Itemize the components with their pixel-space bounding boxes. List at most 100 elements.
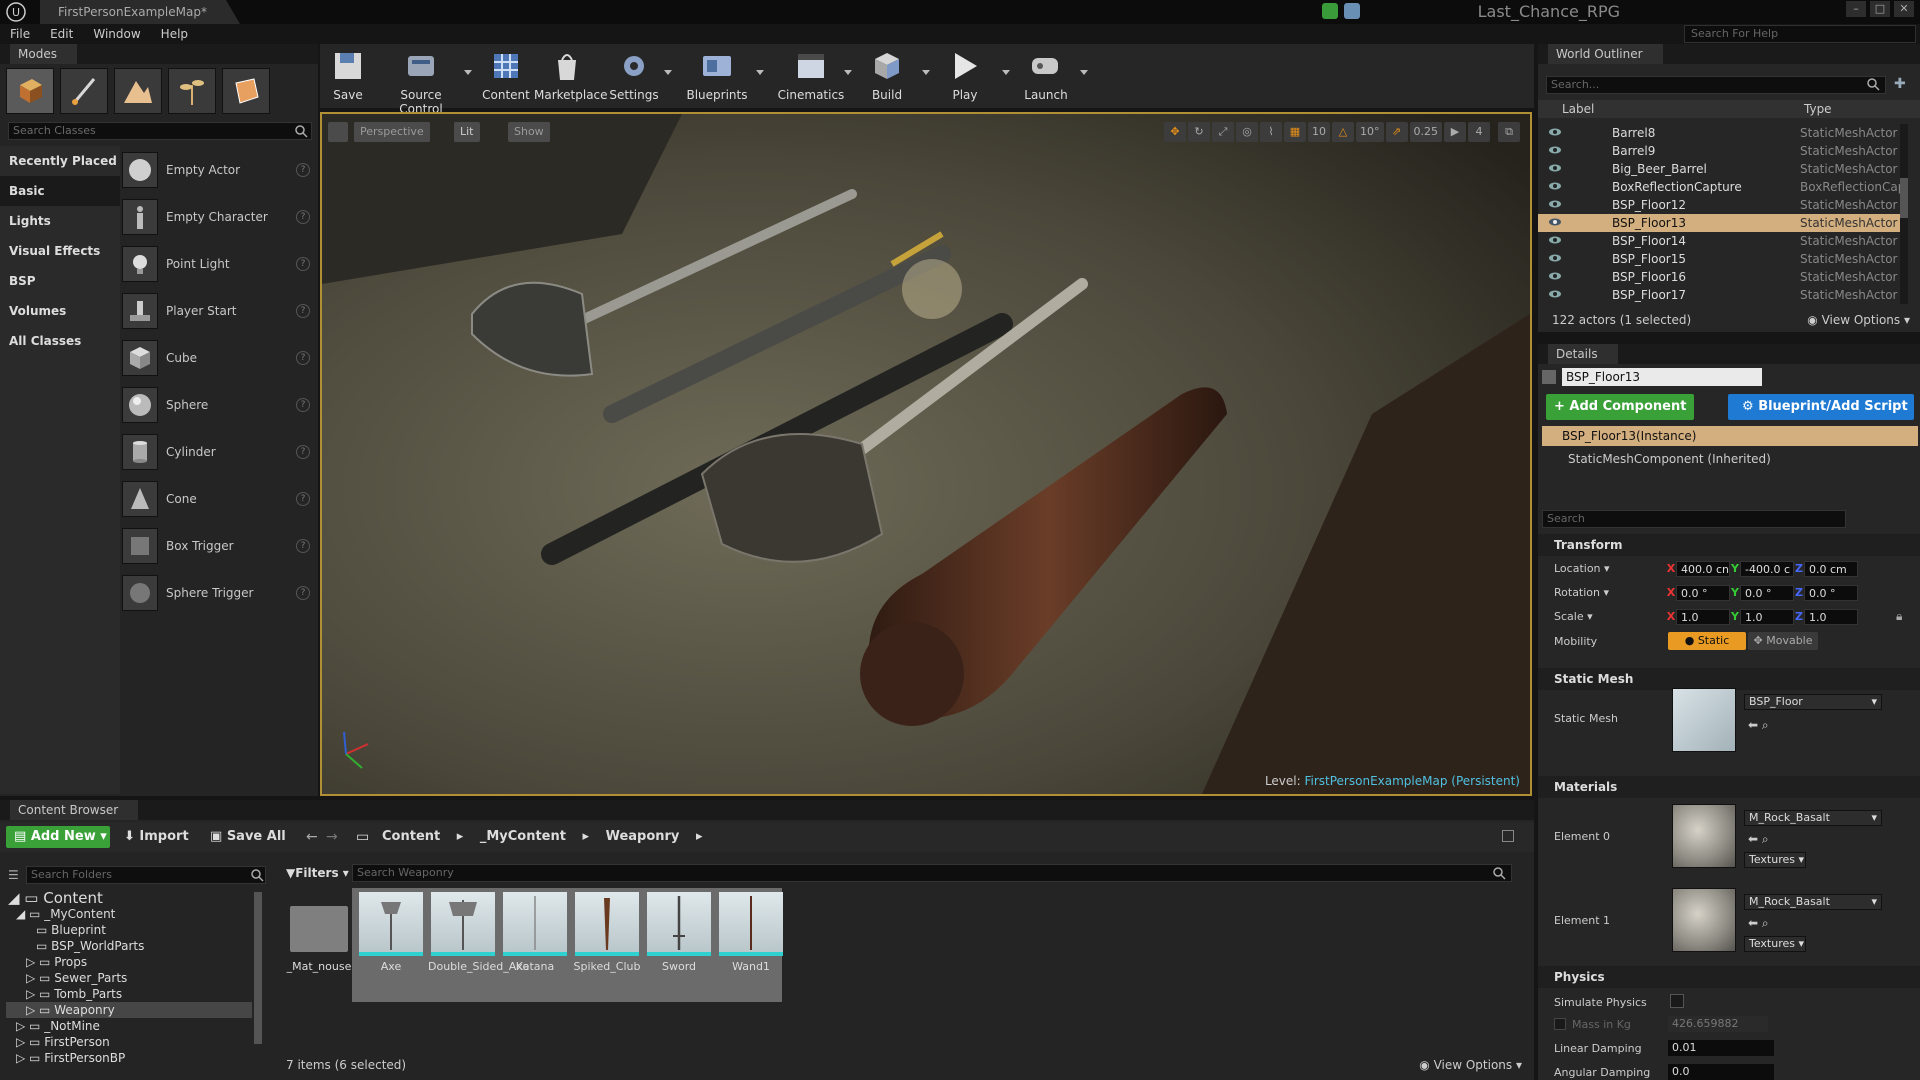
scale-label[interactable]: Scale ▾ [1554,610,1593,623]
menu-help[interactable]: Help [151,24,198,44]
history-forward-icon[interactable]: → [326,826,338,848]
details-search-input[interactable]: Search [1542,510,1846,528]
static-mesh-dropdown[interactable]: BSP_Floor ▾ [1744,694,1882,710]
sources-toggle-icon[interactable]: ☰ [8,868,22,882]
rotation-snap-icon[interactable]: △ [1332,122,1354,142]
mobility-static-button[interactable]: ● Static [1668,632,1746,650]
location-z[interactable]: 0.0 cm [1804,561,1858,577]
modes-tab[interactable]: Modes [10,44,77,64]
tree-folder[interactable]: ▭ Blueprint [36,922,106,938]
camera-speed-value[interactable]: 4 [1468,122,1490,142]
asset-tile[interactable]: Spiked_Club [572,892,642,1002]
outliner-row[interactable]: BSP_Floor15 StaticMeshActor [1538,250,1900,268]
save-button[interactable]: Save [326,44,370,108]
outliner-row[interactable]: BSP_Floor16 StaticMeshActor [1538,268,1900,286]
static-mesh-thumbnail[interactable] [1672,688,1736,752]
scale-tool-icon[interactable]: ⤢ [1212,122,1234,142]
help-icon[interactable]: ? [296,397,310,412]
category-recently-placed[interactable]: Recently Placed [0,146,120,176]
placeable-item[interactable]: Sphere Trigger? [122,569,314,616]
place-mode-icon[interactable] [6,68,54,114]
launch-button[interactable]: Launch [1020,44,1072,108]
outliner-tab[interactable]: World Outliner [1548,44,1663,64]
scale-y[interactable]: 1.0 [1740,609,1794,625]
scale-snap-icon[interactable]: ⇗ [1385,122,1408,142]
tree-folder[interactable]: ▷ ▭ FirstPersonBP [16,1050,125,1066]
grid-snap-icon[interactable]: ▦ [1284,122,1306,142]
asset-tile[interactable]: Wand1 [716,892,786,1002]
angular-damping-field[interactable]: 0.0 [1668,1064,1774,1080]
document-tab[interactable]: FirstPersonExampleMap* [40,0,240,24]
simulate-physics-checkbox[interactable] [1670,994,1684,1008]
details-tab[interactable]: Details [1548,344,1618,364]
outliner-search-input[interactable]: Search... [1546,76,1886,94]
visibility-eye-icon[interactable] [1548,233,1562,247]
placeable-item[interactable]: Empty Actor? [122,146,314,193]
outliner-row[interactable]: BSP_Floor12 StaticMeshActor [1538,196,1900,214]
element0-textures-dropdown[interactable]: Textures ▾ [1744,852,1806,868]
blueprints-button[interactable]: Blueprints [684,44,750,108]
asset-tile[interactable]: Sword [644,892,714,1002]
chevron-right-icon[interactable]: ▸ [457,829,464,844]
placeable-item[interactable]: Box Trigger? [122,522,314,569]
outliner-row[interactable]: Big_Beer_Barrel StaticMeshActor [1538,160,1900,178]
add-new-button[interactable]: ▤ Add New ▾ [6,826,110,848]
help-icon[interactable]: ? [296,209,310,224]
grid-snap-value[interactable]: 10 [1308,122,1330,142]
cinematics-dropdown-icon[interactable] [844,70,852,75]
placeable-item[interactable]: Empty Character? [122,193,314,240]
placeable-item[interactable]: Point Light? [122,240,314,287]
category-basic[interactable]: Basic [0,176,120,206]
placeable-item[interactable]: Cone? [122,475,314,522]
translate-tool-icon[interactable]: ✥ [1164,122,1186,142]
menu-window[interactable]: Window [83,24,150,44]
mass-field[interactable]: 426.659882 [1668,1016,1768,1032]
play-dropdown-icon[interactable] [1002,70,1010,75]
settings-button[interactable]: Settings [606,44,662,108]
perspective-button[interactable]: Perspective [354,122,430,142]
visibility-eye-icon[interactable] [1548,287,1562,301]
outliner-row[interactable]: BSP_Floor14 StaticMeshActor [1538,232,1900,250]
location-label[interactable]: Location ▾ [1554,562,1610,575]
category-lights[interactable]: Lights [0,206,120,236]
browse-arrow-icon[interactable]: ⬅ ⌕ [1748,832,1769,847]
location-y[interactable]: -400.0 c [1740,561,1794,577]
visibility-eye-icon[interactable] [1548,179,1562,193]
scale-x[interactable]: 1.0 [1676,609,1730,625]
add-component-button[interactable]: + Add Component ▾ [1546,394,1694,440]
viewport-options-icon[interactable] [328,122,348,142]
element0-thumbnail[interactable] [1672,804,1736,868]
marketplace-button[interactable]: Marketplace [534,44,608,108]
rotation-x[interactable]: 0.0 ° [1676,585,1730,601]
help-icon[interactable]: ? [296,538,310,553]
outliner-scrollbar[interactable] [1900,124,1908,304]
view-options-button[interactable]: ◉ View Options ▾ [1807,310,1910,330]
tree-folder[interactable]: ◢ ▭ _MyContent [16,906,115,922]
type-column[interactable]: Type [1804,102,1832,116]
content-browser-tab[interactable]: Content Browser [10,800,139,820]
feedback-icon[interactable] [1344,3,1360,19]
blueprint-add-script-button[interactable]: ⚙ Blueprint/Add Script [1728,394,1914,420]
unreal-logo-icon[interactable]: U [6,2,26,22]
rotate-tool-icon[interactable]: ↻ [1188,122,1210,142]
help-icon[interactable]: ? [296,585,310,600]
source-control-button[interactable]: Source Control [378,44,464,116]
physics-section-header[interactable]: Physics [1538,966,1920,988]
rotation-snap-value[interactable]: 10° [1356,122,1384,142]
content-button[interactable]: Content [482,44,530,108]
tree-folder[interactable]: ◢ ▭ Content [8,890,103,906]
materials-section-header[interactable]: Materials [1538,776,1920,798]
help-icon[interactable]: ? [296,162,310,177]
help-icon[interactable]: ? [296,350,310,365]
rotation-label[interactable]: Rotation ▾ [1554,586,1609,599]
view-options-button[interactable]: ◉ View Options ▾ [1419,1058,1522,1072]
tree-folder[interactable]: ▭ BSP_WorldParts [36,938,144,954]
blueprints-dropdown-icon[interactable] [756,70,764,75]
scale-snap-value[interactable]: 0.25 [1409,122,1442,142]
asset-tile[interactable]: Katana [500,892,570,1002]
help-icon[interactable]: ? [296,303,310,318]
category-visual-effects[interactable]: Visual Effects [0,236,120,266]
scale-z[interactable]: 1.0 [1804,609,1858,625]
folder-tree-scrollbar[interactable] [254,892,262,1044]
tree-folder[interactable]: ▷ ▭ Props [26,954,87,970]
